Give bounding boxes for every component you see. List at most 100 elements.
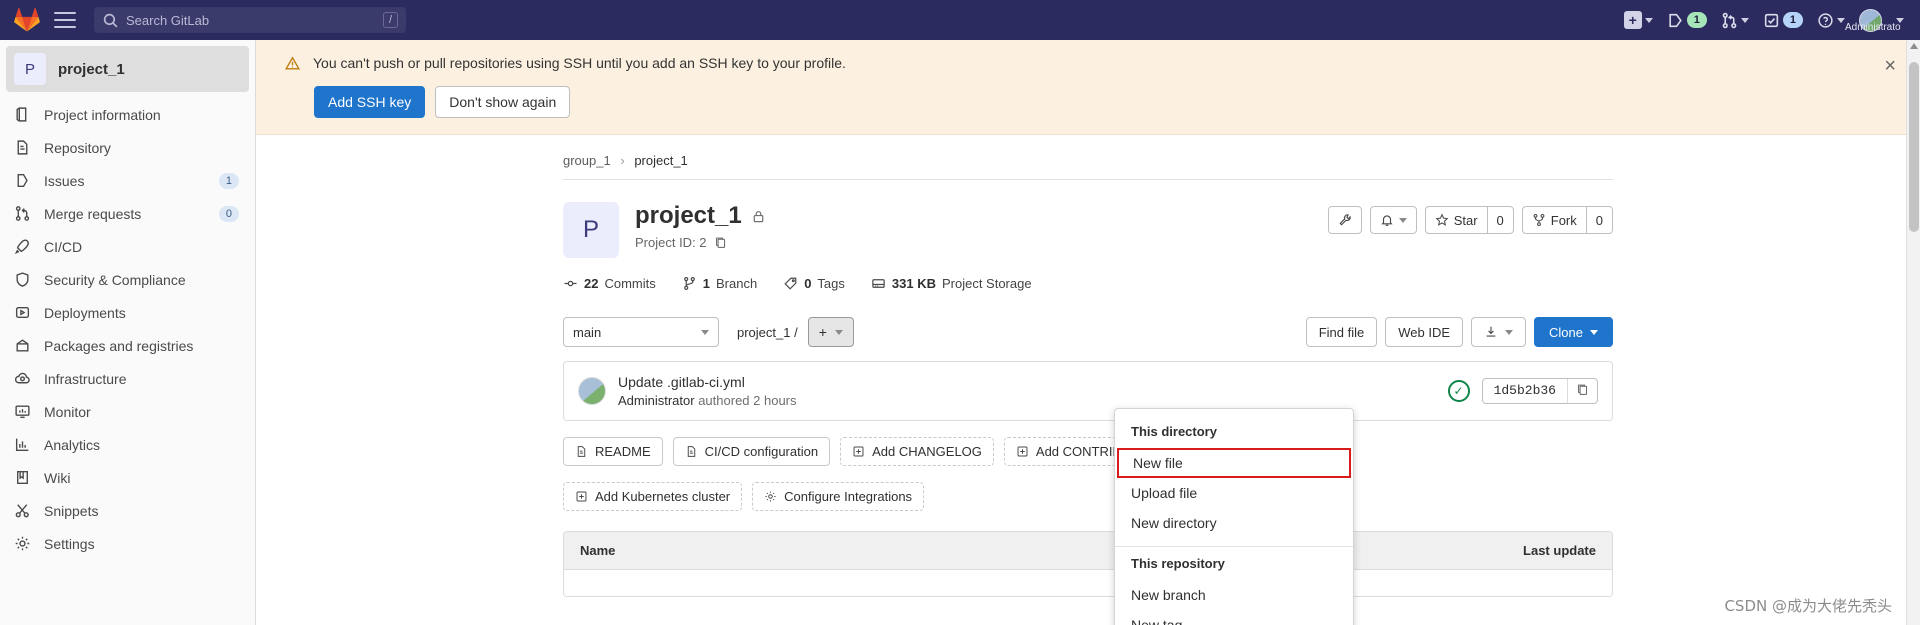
gitlab-logo-icon[interactable] bbox=[14, 7, 40, 33]
star-label: Star bbox=[1453, 212, 1478, 228]
sidebar-item-label: Analytics bbox=[44, 436, 101, 453]
hamburger-menu-icon[interactable] bbox=[54, 12, 76, 28]
column-header-last-update: Last update bbox=[1523, 543, 1596, 558]
repo-path-name[interactable]: project_1 bbox=[737, 325, 790, 340]
column-header-name: Name bbox=[580, 543, 616, 558]
copy-icon[interactable] bbox=[1567, 379, 1597, 403]
todo-check-icon bbox=[1764, 13, 1779, 27]
add-changelog-chip[interactable]: Add CHANGELOG bbox=[840, 437, 994, 466]
add-to-repo-dropdown-menu: This directory New file Upload file New … bbox=[1114, 408, 1354, 625]
fork-button[interactable]: Fork bbox=[1521, 206, 1586, 234]
add-ssh-key-button[interactable]: Add SSH key bbox=[314, 86, 426, 118]
sidebar-item-label: Monitor bbox=[44, 403, 91, 420]
commit-meta: Administrator authored 2 hours bbox=[618, 393, 797, 408]
sidebar-item-wiki[interactable]: Wiki bbox=[0, 461, 255, 494]
branch-icon bbox=[683, 276, 695, 291]
repository-toolbar: main project_1 / + Find file Web IDE Clo… bbox=[563, 317, 1613, 347]
sidebar-item-issues[interactable]: Issues 1 bbox=[0, 164, 255, 197]
scrollbar-thumb[interactable] bbox=[1909, 62, 1919, 232]
merge-requests-button[interactable] bbox=[1715, 8, 1755, 33]
sidebar-item-settings[interactable]: Settings bbox=[0, 527, 255, 560]
book-icon bbox=[17, 470, 28, 485]
web-ide-button[interactable]: Web IDE bbox=[1385, 317, 1464, 347]
sidebar-item-snippets[interactable]: Snippets bbox=[0, 494, 255, 527]
cloud-gear-icon bbox=[15, 372, 30, 384]
download-source-button[interactable] bbox=[1471, 317, 1527, 347]
search-input[interactable]: Search GitLab / bbox=[94, 7, 406, 33]
stat-tags[interactable]: 0 Tags bbox=[783, 276, 845, 291]
create-new-button[interactable]: + bbox=[1618, 7, 1659, 33]
table-row[interactable] bbox=[564, 570, 1612, 596]
fork-control: Fork 0 bbox=[1521, 206, 1613, 234]
dropdown-item-upload-file[interactable]: Upload file bbox=[1115, 478, 1353, 508]
vertical-scrollbar[interactable] bbox=[1906, 40, 1920, 625]
breadcrumb-group[interactable]: group_1 bbox=[563, 153, 611, 168]
star-button[interactable]: Star bbox=[1424, 206, 1487, 234]
configure-integrations-chip[interactable]: Configure Integrations bbox=[752, 482, 925, 511]
chevron-down-icon bbox=[701, 329, 709, 335]
breadcrumb-project[interactable]: project_1 bbox=[634, 153, 687, 168]
search-placeholder: Search GitLab bbox=[126, 12, 210, 28]
merge-request-icon bbox=[15, 206, 30, 221]
sidebar-item-merge-requests[interactable]: Merge requests 0 bbox=[0, 197, 255, 230]
dropdown-item-new-directory[interactable]: New directory bbox=[1115, 508, 1353, 538]
sidebar-item-infrastructure[interactable]: Infrastructure bbox=[0, 362, 255, 395]
stat-value: 331 KB bbox=[891, 276, 936, 291]
sidebar-item-security-compliance[interactable]: Security & Compliance bbox=[0, 263, 255, 296]
dropdown-item-new-branch[interactable]: New branch bbox=[1115, 580, 1353, 610]
sidebar-project-header[interactable]: P project_1 bbox=[6, 46, 249, 92]
chevron-down-icon bbox=[1896, 17, 1904, 23]
branch-selector[interactable]: main bbox=[563, 317, 719, 347]
user-menu-button[interactable]: Administrato bbox=[1845, 5, 1901, 36]
repo-quick-actions-row-1: README CI/CD configuration Add CHANGELOG… bbox=[563, 437, 1613, 466]
dropdown-item-new-tag[interactable]: New tag bbox=[1115, 610, 1353, 625]
scroll-up-arrow-icon[interactable] bbox=[1910, 43, 1918, 49]
stat-commits[interactable]: 22 Commits bbox=[563, 276, 656, 291]
dropdown-item-new-file[interactable]: New file bbox=[1117, 448, 1351, 478]
watermark: CSDN @成为大佬先秃头 bbox=[1724, 597, 1892, 615]
gear-icon bbox=[765, 491, 776, 502]
commit-icon bbox=[564, 280, 577, 287]
issues-button[interactable]: 1 bbox=[1661, 8, 1713, 33]
clone-button[interactable]: Clone bbox=[1534, 317, 1613, 347]
sidebar-item-monitor[interactable]: Monitor bbox=[0, 395, 255, 428]
sidebar-item-deployments[interactable]: Deployments bbox=[0, 296, 255, 329]
commit-title[interactable]: Update .gitlab-ci.yml bbox=[618, 374, 797, 390]
copy-icon[interactable] bbox=[714, 236, 727, 249]
sidebar-item-label: Wiki bbox=[44, 469, 71, 486]
readme-chip[interactable]: README bbox=[563, 437, 663, 466]
star-count[interactable]: 0 bbox=[1486, 206, 1514, 234]
sidebar-item-analytics[interactable]: Analytics bbox=[0, 428, 255, 461]
stat-branches[interactable]: 1 Branch bbox=[682, 276, 757, 291]
commit-sha[interactable]: 1d5b2b36 bbox=[1483, 379, 1567, 403]
fork-count[interactable]: 0 bbox=[1585, 206, 1613, 234]
cicd-configuration-chip[interactable]: CI/CD configuration bbox=[672, 437, 831, 466]
file-table: Name Last update bbox=[563, 531, 1613, 597]
close-icon[interactable]: × bbox=[1884, 56, 1896, 76]
sidebar-item-project-information[interactable]: Project information bbox=[0, 98, 255, 131]
dropdown-section-this-repository: This repository bbox=[1131, 556, 1225, 571]
sidebar-item-packages-registries[interactable]: Packages and registries bbox=[0, 329, 255, 362]
add-to-repo-dropdown-button[interactable]: + bbox=[807, 317, 854, 347]
chip-label: README bbox=[595, 444, 651, 459]
stat-storage[interactable]: 331 KB Project Storage bbox=[871, 276, 1032, 291]
stat-value: 1 bbox=[702, 276, 710, 291]
chip-label: Add CHANGELOG bbox=[872, 444, 982, 459]
sidebar-item-label: Merge requests bbox=[44, 205, 142, 222]
user-menu-caret[interactable] bbox=[1890, 14, 1910, 27]
notification-button[interactable] bbox=[1369, 206, 1417, 234]
sidebar-item-repository[interactable]: Repository bbox=[0, 131, 255, 164]
branch-name: main bbox=[573, 324, 602, 340]
project-id-label: Project ID: 2 bbox=[635, 235, 707, 250]
download-icon bbox=[1486, 326, 1496, 337]
find-file-button[interactable]: Find file bbox=[1305, 317, 1378, 347]
dont-show-again-button[interactable]: Don't show again bbox=[435, 86, 571, 118]
sidebar-item-count: 1 bbox=[218, 172, 239, 189]
check-circle-icon[interactable]: ✓ bbox=[1447, 380, 1470, 402]
commit-author[interactable]: Administrator bbox=[618, 393, 695, 408]
sidebar-item-ci-cd[interactable]: CI/CD bbox=[0, 230, 255, 263]
add-kubernetes-cluster-chip[interactable]: Add Kubernetes cluster bbox=[563, 482, 743, 511]
project-settings-button[interactable] bbox=[1327, 206, 1362, 234]
star-icon bbox=[1435, 213, 1449, 226]
todos-button[interactable]: 1 bbox=[1757, 8, 1809, 33]
